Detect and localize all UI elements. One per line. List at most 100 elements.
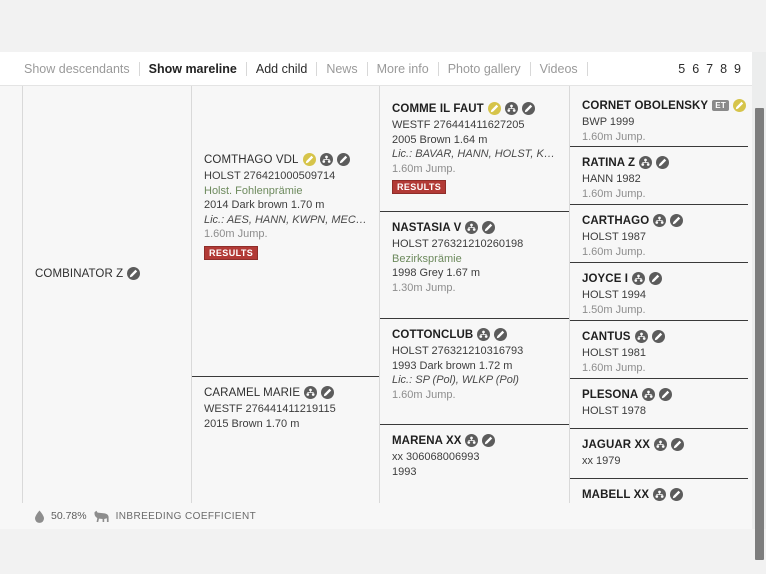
toolbar-item-photo-gallery[interactable]: Photo gallery xyxy=(439,62,531,76)
generation-option-5[interactable]: 5 xyxy=(677,62,686,76)
edit-icon[interactable] xyxy=(649,272,663,285)
pedigree-cell[interactable]: CARTHAGO HOLST 1987 1.60m Jump. xyxy=(570,204,748,262)
pedigree-icon[interactable] xyxy=(504,102,518,115)
horse-name[interactable]: COTTONCLUB xyxy=(392,329,473,341)
horse-name[interactable]: PLESONA xyxy=(582,389,638,401)
horse-award: Bezirksprämie xyxy=(392,252,462,265)
edit-icon[interactable] xyxy=(651,330,665,343)
horse-jump: 1.60m Jump. xyxy=(582,130,646,143)
horse-desc: 1993 Dark brown 1.72 m xyxy=(392,359,513,372)
edit-icon[interactable] xyxy=(482,434,496,447)
pedigree-icon[interactable] xyxy=(634,330,648,343)
horse-header: COMBINATOR Z xyxy=(35,267,183,280)
toolbar-item-show-mareline[interactable]: Show mareline xyxy=(140,62,247,76)
pedigree-icon[interactable] xyxy=(304,386,318,399)
pedigree-cell[interactable]: CORNET OBOLENSKY ET BWP 1999 1.60m Jump. xyxy=(570,90,748,146)
pedigree-icon[interactable] xyxy=(653,488,667,501)
pedigree-cell[interactable]: COMBINATOR Z xyxy=(23,258,191,318)
edit-icon[interactable] xyxy=(482,221,496,234)
pedigree-cell[interactable]: CARAMEL MARIE WESTF 276441411219115 2015 B… xyxy=(192,376,380,496)
edit-icon[interactable] xyxy=(656,156,670,169)
horse-header: COMTHAGO VDL xyxy=(204,153,372,166)
pedigree-icon[interactable] xyxy=(639,156,653,169)
pedigree-cell[interactable]: RATINA Z HANN 1982 1.60m Jump. xyxy=(570,146,748,204)
blood-drop-icon xyxy=(35,510,44,523)
horse-reg: HOLST 1987 xyxy=(582,231,647,243)
pedigree-cell[interactable]: MARENA XX xx 306068006993 1993 xyxy=(380,424,570,504)
pedigree-column-great-grandparents: CORNET OBOLENSKY ET BWP 1999 1.60m Jump. RAT… xyxy=(569,86,748,529)
edit-icon[interactable] xyxy=(670,488,684,501)
horse-header: CARTHAGO xyxy=(582,214,742,227)
horse-name[interactable]: RATINA Z xyxy=(582,157,635,169)
horse-name[interactable]: CORNET OBOLENSKY xyxy=(582,100,708,112)
vertical-scrollbar-thumb[interactable] xyxy=(755,108,764,560)
pedigree-cell[interactable]: JOYCE I HOLST 1994 1.50m Jump. xyxy=(570,262,748,320)
stallion-edit-icon[interactable] xyxy=(302,153,316,166)
horse-header: NASTASIA V xyxy=(392,221,562,234)
horse-jump: 1.60m Jump. xyxy=(392,388,456,401)
generation-option-9[interactable]: 9 xyxy=(733,62,742,76)
toolbar-item-news[interactable]: News xyxy=(317,62,368,76)
pedigree-cell[interactable]: CANTUS HOLST 1981 1.60m Jump. xyxy=(570,320,748,378)
pedigree-icon[interactable] xyxy=(319,153,333,166)
horse-name[interactable]: MABELL XX xyxy=(582,489,649,501)
horse-desc: 2005 Brown 1.64 m xyxy=(392,133,488,146)
horse-name[interactable]: NASTASIA V xyxy=(392,222,461,234)
pedigree-cell[interactable]: COMME IL FAUT WESTF 276441411627205 2005 B… xyxy=(380,93,570,203)
edit-icon[interactable] xyxy=(521,102,535,115)
toolbar-item-show-descendants[interactable]: Show descendants xyxy=(24,62,140,76)
generation-option-7[interactable]: 7 xyxy=(705,62,714,76)
pedigree-cell[interactable]: COMTHAGO VDL HOLST 276421000509714 Holst. … xyxy=(192,144,380,304)
generation-selector[interactable]: 56789 xyxy=(677,52,742,86)
pedigree-icon[interactable] xyxy=(632,272,646,285)
edit-icon[interactable] xyxy=(336,153,350,166)
generation-option-6[interactable]: 6 xyxy=(691,62,700,76)
pedigree-icon[interactable] xyxy=(465,221,479,234)
horse-name[interactable]: JAGUAR XX xyxy=(582,439,650,451)
stallion-edit-icon[interactable] xyxy=(733,99,747,112)
pedigree-page: Show descendants Show mareline Add child Ne… xyxy=(0,0,766,574)
horse-jump: 1.60m Jump. xyxy=(204,228,268,240)
vertical-scrollbar-track[interactable] xyxy=(752,52,766,560)
horse-name[interactable]: CARAMEL MARIE xyxy=(204,387,300,399)
horse-name[interactable]: CANTUS xyxy=(582,331,631,343)
results-badge[interactable]: RESULTS xyxy=(204,245,259,260)
toolbar-item-videos[interactable]: Videos xyxy=(531,62,588,76)
toolbar-items: Show descendants Show mareline Add child Ne… xyxy=(24,52,588,86)
horse-name[interactable]: COMBINATOR Z xyxy=(35,268,123,280)
pedigree-cell[interactable]: PLESONA HOLST 1978 xyxy=(570,378,748,428)
edit-icon[interactable] xyxy=(321,386,335,399)
edit-icon[interactable] xyxy=(494,328,508,341)
pedigree-icon[interactable] xyxy=(477,328,491,341)
pedigree-icon[interactable] xyxy=(654,438,667,451)
horse-name[interactable]: CARTHAGO xyxy=(582,215,649,227)
pedigree-cell[interactable]: COTTONCLUB HOLST 276321210316793 1993 Dark… xyxy=(380,318,570,418)
horse-reg: HANN 1982 xyxy=(582,173,641,185)
horse-reg: xx 1979 xyxy=(582,455,621,467)
pedigree-icon[interactable] xyxy=(465,434,479,447)
horse-name[interactable]: JOYCE I xyxy=(582,273,628,285)
results-badge[interactable]: RESULTS xyxy=(392,180,447,194)
pedigree-icon[interactable] xyxy=(653,214,667,227)
edit-icon[interactable] xyxy=(127,267,141,280)
horse-name[interactable]: COMTHAGO VDL xyxy=(204,154,299,166)
pedigree-icon[interactable] xyxy=(642,388,656,401)
edit-icon[interactable] xyxy=(670,214,684,227)
horse-name[interactable]: MARENA XX xyxy=(392,435,461,447)
horse-lic: Lic.: AES, HANN, KWPN, MECKL, ZANG xyxy=(204,213,372,226)
inbreeding-footer: 50.78% INBREEDING COEFFICIENT xyxy=(22,503,748,529)
pedigree-chart: COMBINATOR Z COMTHAGO VDL HOLST 276421000… xyxy=(22,86,748,529)
toolbar-item-more-info[interactable]: More info xyxy=(368,62,439,76)
stallion-edit-icon[interactable] xyxy=(487,102,501,115)
horse-reg: WESTF 276441411627205 xyxy=(392,119,525,131)
horse-jump: 1.60m Jump. xyxy=(582,245,646,258)
horse-name[interactable]: COMME IL FAUT xyxy=(392,103,484,115)
edit-icon[interactable] xyxy=(659,388,673,401)
horse-header: CANTUS xyxy=(582,330,742,343)
et-badge[interactable]: ET xyxy=(712,100,730,111)
toolbar-item-add-child[interactable]: Add child xyxy=(247,62,318,76)
pedigree-cell[interactable]: NASTASIA V HOLST 276321210260198 Bezirkspr… xyxy=(380,211,570,316)
generation-option-8[interactable]: 8 xyxy=(719,62,728,76)
edit-icon[interactable] xyxy=(671,438,684,451)
pedigree-cell[interactable]: JAGUAR XX xx 1979 xyxy=(570,428,748,478)
